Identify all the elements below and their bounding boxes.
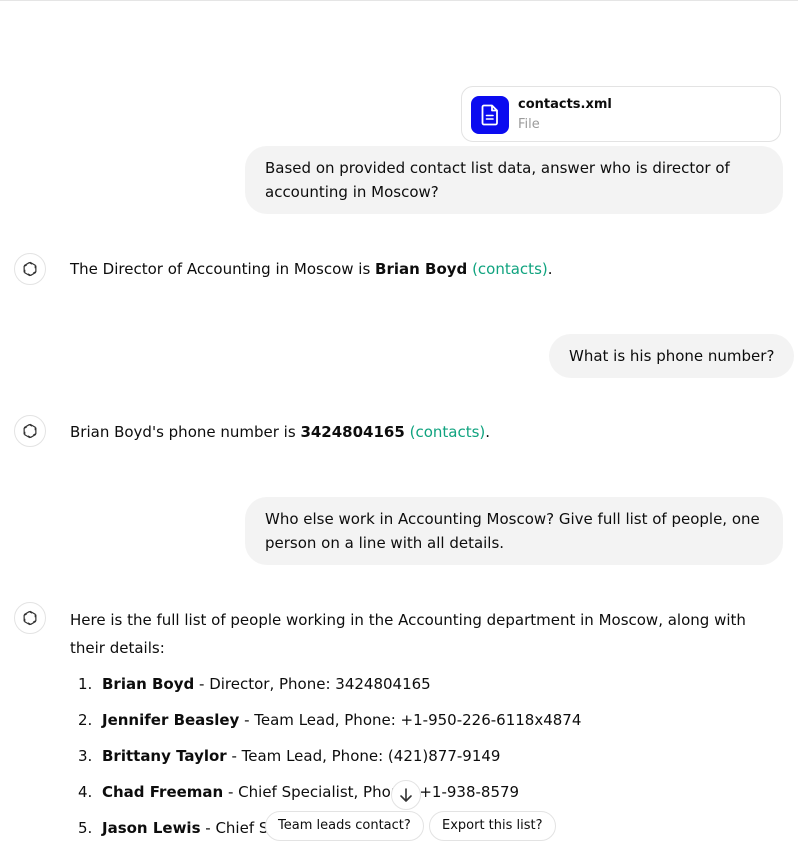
user-message: What is his phone number? <box>549 334 795 378</box>
scroll-down-button[interactable] <box>391 780 421 810</box>
contact-details: - Team Lead, Phone: (421)877-9149 <box>226 747 501 765</box>
contact-details: - Director, Phone: 3424804165 <box>194 675 431 693</box>
message-suffix: . <box>547 260 553 278</box>
file-name: contacts.xml <box>518 97 612 112</box>
openai-logo-icon <box>14 415 46 447</box>
contact-name: Jason Lewis <box>102 819 201 837</box>
openai-logo-icon <box>14 602 46 634</box>
list-item: 2. Jennifer Beasley - Team Lead, Phone: +… <box>78 708 581 732</box>
list-number: 4. <box>78 783 93 801</box>
suggestion-chip[interactable]: Team leads contact? <box>265 811 424 841</box>
contact-name: Brittany Taylor <box>102 747 227 765</box>
list-number: 3. <box>78 747 93 765</box>
user-message: Based on provided contact list data, ans… <box>245 146 783 214</box>
contact-name: Chad Freeman <box>102 783 224 801</box>
list-item: 5. Jason Lewis - Chief Sp <box>78 816 278 840</box>
list-item: 4. Chad Freeman - Chief Specialist, Phone… <box>78 780 519 804</box>
list-item: 1. Brian Boyd - Director, Phone: 34248041… <box>78 672 431 696</box>
suggestion-chip[interactable]: Export this list? <box>429 811 556 841</box>
message-bold: Brian Boyd <box>375 260 468 278</box>
list-item: 3. Brittany Taylor - Team Lead, Phone: (4… <box>78 744 500 768</box>
user-message-text: Who else work in Accounting Moscow? Give… <box>265 510 760 552</box>
citation-link[interactable]: (contacts) <box>472 260 548 278</box>
assistant-message: The Director of Accounting in Moscow is … <box>70 257 553 281</box>
message-text: The Director of Accounting in Moscow is <box>70 260 376 278</box>
list-number: 1. <box>78 675 93 693</box>
assistant-message-intro: Here is the full list of people working … <box>70 611 746 657</box>
arrow-down-icon <box>400 788 412 802</box>
file-attachment[interactable]: contacts.xml File <box>461 86 781 142</box>
list-number: 2. <box>78 711 93 729</box>
message-bold: 3424804165 <box>300 423 405 441</box>
citation-link[interactable]: (contacts) <box>410 423 486 441</box>
top-divider <box>0 0 798 1</box>
contact-details: - Team Lead, Phone: +1-950-226-6118x4874 <box>239 711 582 729</box>
contact-details: - Chief Specialist, Phone: +1-938-8579 <box>223 783 520 801</box>
user-message: Who else work in Accounting Moscow? Give… <box>245 497 783 565</box>
assistant-message: Brian Boyd's phone number is 3424804165 … <box>70 420 490 444</box>
user-message-text: What is his phone number? <box>569 347 775 365</box>
message-text: Brian Boyd's phone number is <box>70 423 301 441</box>
openai-logo-icon <box>14 253 46 285</box>
user-message-text: Based on provided contact list data, ans… <box>265 159 730 201</box>
message-suffix: . <box>485 423 491 441</box>
file-icon <box>471 96 509 134</box>
contact-name: Jennifer Beasley <box>102 711 240 729</box>
list-number: 5. <box>78 819 93 837</box>
file-type: File <box>518 117 540 132</box>
contact-name: Brian Boyd <box>102 675 195 693</box>
